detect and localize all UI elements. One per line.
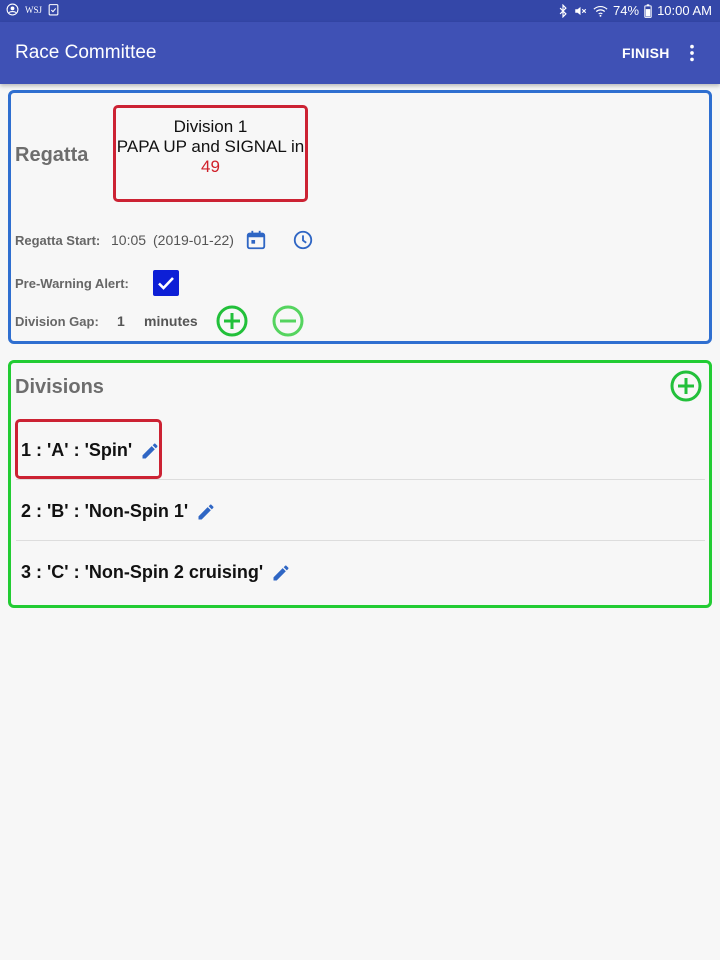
add-division-icon[interactable] [670,370,702,402]
division-item[interactable]: 3 : 'C' : 'Non-Spin 2 cruising' [21,562,291,583]
clock-time: 10:00 AM [657,3,712,18]
regatta-start-time: 10:05 [111,232,147,248]
status-bar: WSJ 74% 10:00 AM [0,0,720,22]
division-gap-label: Division Gap: [15,314,99,329]
pre-warning-checkbox[interactable] [153,270,179,296]
wsj-label: WSJ [25,4,43,15]
division-gap-unit: minutes [144,313,198,329]
bluetooth-icon [559,3,567,18]
regatta-start-label: Regatta Start: [15,233,101,248]
mute-icon [575,6,587,15]
remove-circle-icon[interactable] [272,305,304,337]
finish-button[interactable]: FINISH [622,45,670,61]
signal-instruction: PAPA UP and SIGNAL in [116,137,305,156]
clipboard-check-icon [48,4,59,16]
regatta-start-date: (2019-01-22) [153,232,234,248]
pre-warning-label: Pre-Warning Alert: [15,276,129,291]
app-title: Race Committee [15,42,157,63]
clock-icon[interactable] [292,229,314,251]
regatta-section-title: Regatta [15,144,89,166]
pencil-icon[interactable] [140,441,160,461]
division-gap-value: 1 [117,313,125,329]
add-circle-icon[interactable] [216,305,248,337]
divider [16,479,705,480]
calendar-icon[interactable] [245,229,267,251]
divider [16,540,705,541]
battery-icon [644,3,652,18]
account-circle-icon [6,3,19,16]
pencil-icon[interactable] [196,502,216,522]
signal-countdown: 49 [201,157,220,176]
check-icon [158,277,174,290]
pencil-icon[interactable] [271,563,291,583]
divisions-section-title: Divisions [15,376,104,398]
division-item[interactable]: 2 : 'B' : 'Non-Spin 1' [21,501,216,522]
battery-percent: 74% [613,3,640,18]
division-label: 1 : 'A' : 'Spin' [21,440,133,460]
division-item[interactable]: 1 : 'A' : 'Spin' [21,440,160,461]
division-label: 2 : 'B' : 'Non-Spin 1' [21,501,189,521]
division-label: 3 : 'C' : 'Non-Spin 2 cruising' [21,562,264,582]
more-vert-icon[interactable] [681,42,703,64]
wifi-icon [593,5,608,17]
signal-box: Division 1 PAPA UP and SIGNAL in 49 [113,105,308,202]
signal-division: Division 1 [173,117,248,136]
app-bar: Race Committee FINISH [0,22,720,84]
